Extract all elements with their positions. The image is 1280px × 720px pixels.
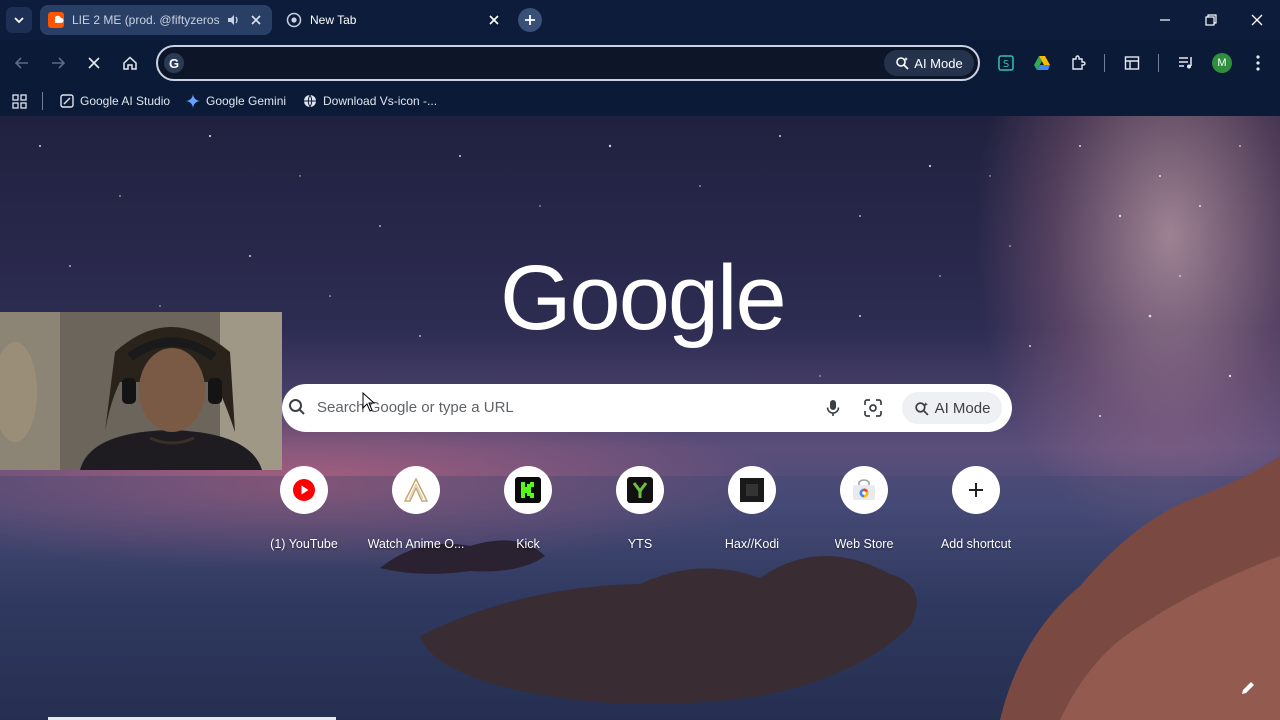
- media-control-icon[interactable]: [1176, 53, 1196, 73]
- shortcut-label: YTS: [627, 537, 653, 551]
- close-tab-icon[interactable]: [248, 12, 264, 28]
- new-tab-button[interactable]: [518, 8, 542, 32]
- apps-grid-icon: [12, 93, 27, 109]
- toolbar-separator: [1104, 54, 1105, 72]
- ntp-search-box[interactable]: Search Google or type a URL AI Mode: [282, 384, 1012, 432]
- forward-button[interactable]: [44, 49, 72, 77]
- hax-icon: [740, 478, 764, 502]
- bookmark-download-vs-icon[interactable]: Download Vs-icon -...: [303, 92, 437, 110]
- arrow-right-icon: [52, 57, 66, 69]
- tab-title: New Tab: [310, 13, 357, 27]
- tab-soundcloud[interactable]: LIE 2 ME (prod. @fiftyzeros: [40, 5, 272, 35]
- gemini-icon: [186, 94, 200, 108]
- restore-icon: [1205, 14, 1217, 26]
- new-tab-page: Google Search Google or type a URL AI Mo…: [0, 116, 1280, 720]
- anime-icon: [403, 477, 429, 502]
- shortcut-kick[interactable]: Kick: [472, 466, 584, 556]
- home-icon: [123, 56, 137, 70]
- yts-icon: [627, 477, 653, 503]
- shortcut-hax-kodi[interactable]: Hax//Kodi: [696, 466, 808, 556]
- shortcut-label: Kick: [516, 537, 540, 551]
- shortcut-yts[interactable]: YTS: [584, 466, 696, 556]
- webstore-icon: [853, 479, 875, 500]
- home-button[interactable]: [116, 49, 144, 77]
- google-drive-icon[interactable]: [1032, 53, 1052, 73]
- bookmark-google-gemini[interactable]: Google Gemini: [186, 92, 286, 110]
- shortcut-label: Hax//Kodi: [724, 537, 780, 551]
- kick-icon: [515, 477, 541, 503]
- toolbar-separator: [1158, 54, 1159, 72]
- ai-search-icon: [914, 401, 929, 416]
- extensions-puzzle-icon[interactable]: [1068, 53, 1088, 73]
- bookmarks-separator: [42, 92, 43, 110]
- toolbar: G AI Mode S M: [0, 40, 1280, 86]
- minimize-icon: [1160, 19, 1170, 21]
- stop-loading-button[interactable]: [80, 49, 108, 77]
- bookmarks-bar: Google AI Studio Google Gemini Download …: [0, 86, 1280, 116]
- omnibox-ai-mode-button[interactable]: AI Mode: [884, 50, 974, 76]
- ai-studio-icon: [60, 94, 74, 108]
- google-lens-icon[interactable]: [863, 398, 883, 418]
- shortcut-watch-anime[interactable]: Watch Anime O...: [360, 466, 472, 556]
- close-icon: [88, 57, 100, 69]
- minimize-button[interactable]: [1142, 0, 1188, 40]
- shortcut-label: Add shortcut: [940, 537, 1012, 551]
- customize-edit-button[interactable]: [1236, 676, 1260, 700]
- side-panel-icon[interactable]: [1122, 53, 1142, 73]
- chevron-down-icon: [14, 17, 24, 24]
- shortcut-label: (1) YouTube: [270, 537, 338, 551]
- plus-icon: [525, 15, 535, 25]
- address-bar[interactable]: G AI Mode: [156, 45, 980, 81]
- ai-mode-label: AI Mode: [934, 399, 991, 417]
- close-tab-icon[interactable]: [486, 12, 502, 28]
- menu-kebab-icon[interactable]: [1248, 53, 1268, 73]
- shortcut-label: Watch Anime O...: [367, 537, 465, 551]
- arrow-left-icon: [14, 57, 28, 69]
- back-button[interactable]: [8, 49, 36, 77]
- svg-text:S: S: [1003, 59, 1009, 70]
- bookmark-google-ai-studio[interactable]: Google AI Studio: [60, 92, 170, 110]
- extension-s-icon[interactable]: S: [996, 53, 1016, 73]
- webcam-overlay: [0, 312, 282, 470]
- webcam-person-image: [0, 312, 282, 470]
- restore-button[interactable]: [1188, 0, 1234, 40]
- ai-search-icon: [896, 57, 909, 70]
- microphone-icon[interactable]: [823, 398, 843, 418]
- speaker-icon[interactable]: [224, 11, 242, 29]
- tab-strip: LIE 2 ME (prod. @fiftyzeros New Tab: [0, 0, 1280, 40]
- search-placeholder: Search Google or type a URL: [317, 399, 514, 416]
- plus-icon: [969, 483, 983, 497]
- search-icon: [289, 399, 305, 415]
- mouse-cursor-icon: [362, 392, 376, 412]
- shortcut-web-store[interactable]: Web Store: [808, 466, 920, 556]
- omnibox-ai-mode-label: AI Mode: [914, 55, 963, 71]
- youtube-icon: [293, 479, 315, 501]
- bookmark-label: Google Gemini: [206, 94, 287, 108]
- tab-search-button[interactable]: [6, 7, 32, 33]
- tab-new-tab[interactable]: New Tab: [278, 5, 510, 35]
- tab-title: LIE 2 ME (prod. @fiftyzeros: [72, 13, 220, 27]
- soundcloud-icon: [48, 12, 64, 28]
- ai-mode-button[interactable]: AI Mode: [902, 392, 1002, 424]
- shortcut-label: Web Store: [834, 537, 894, 551]
- apps-button[interactable]: [12, 92, 27, 110]
- chrome-icon: [286, 12, 302, 28]
- close-window-button[interactable]: [1234, 0, 1280, 40]
- shortcut-youtube[interactable]: (1) YouTube: [248, 466, 360, 556]
- close-icon: [1251, 14, 1263, 26]
- bookmark-label: Download Vs-icon -...: [323, 94, 438, 108]
- google-logo: Google: [500, 247, 787, 349]
- profile-avatar[interactable]: M: [1212, 53, 1232, 73]
- pencil-icon: [1242, 682, 1254, 694]
- google-g-icon: G: [164, 53, 184, 73]
- shortcut-add[interactable]: Add shortcut: [920, 466, 1032, 556]
- bookmark-label: Google AI Studio: [80, 94, 171, 108]
- globe-icon: [303, 94, 317, 108]
